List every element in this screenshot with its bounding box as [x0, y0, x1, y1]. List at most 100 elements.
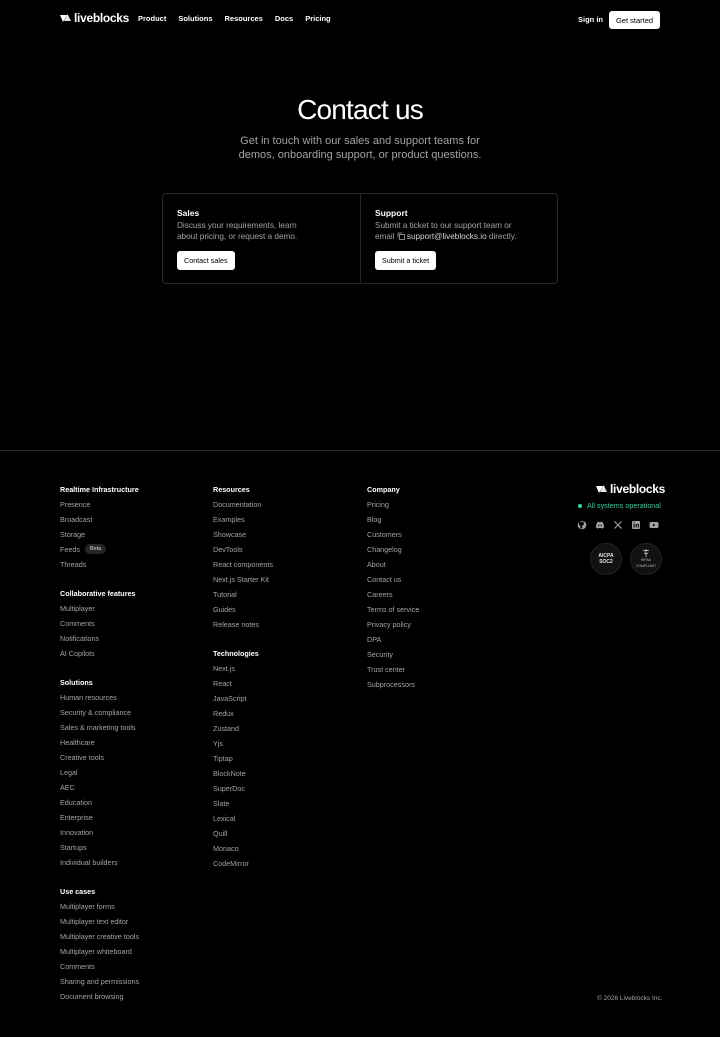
footer-link-human-resources[interactable]: Human resources	[60, 693, 139, 708]
footer-link-terms-of-service[interactable]: Terms of service	[367, 605, 419, 620]
support-card: Support Submit a ticket to our support t…	[360, 194, 557, 283]
footer-link-release-notes[interactable]: Release notes	[213, 620, 273, 635]
footer-link-multiplayer-creative-tools[interactable]: Multiplayer creative tools	[60, 932, 139, 947]
linkedin-icon[interactable]	[631, 517, 641, 529]
footer-link-customers[interactable]: Customers	[367, 530, 419, 545]
footer-link-legal[interactable]: Legal	[60, 768, 139, 783]
footer-link-devtools[interactable]: DevTools	[213, 545, 273, 560]
submit-ticket-button[interactable]: Submit a ticket	[375, 251, 437, 270]
social-links	[577, 517, 659, 530]
footer-link-aec[interactable]: AEC	[60, 783, 139, 798]
footer-link-zustand[interactable]: Zustand	[213, 724, 273, 739]
footer-link-contact-us[interactable]: Contact us	[367, 575, 419, 590]
brand-name: liveblocks	[74, 11, 130, 25]
beta-badge: Beta	[84, 544, 107, 554]
footer-link-security[interactable]: Security	[367, 650, 419, 665]
footer-link-examples[interactable]: Examples	[213, 515, 273, 530]
footer-link-javascript[interactable]: JavaScript	[213, 694, 273, 709]
get-started-button[interactable]: Get started	[609, 11, 660, 29]
github-icon[interactable]	[577, 517, 587, 530]
footer-link-react[interactable]: React	[213, 679, 273, 694]
footer-link-label: Presence	[60, 500, 91, 509]
status-dot-icon	[578, 503, 582, 508]
footer-link-multiplayer-whiteboard[interactable]: Multiplayer whiteboard	[60, 947, 139, 962]
system-status[interactable]: All systems operational	[578, 501, 661, 510]
footer-link-label: Documentation	[213, 500, 262, 509]
hipaa-badge: HIPAA COMPLIANT	[630, 543, 662, 575]
footer-link-security-and-compliance[interactable]: Security & compliance	[60, 708, 139, 723]
youtube-icon[interactable]	[649, 517, 659, 528]
footer-link-blocknote[interactable]: BlockNote	[213, 769, 273, 784]
copyright-text: © 2026 Liveblocks Inc.	[597, 995, 663, 1002]
footer-link-careers[interactable]: Careers	[367, 590, 419, 605]
copy-icon[interactable]	[397, 232, 405, 240]
footer-link-react-components[interactable]: React components	[213, 560, 273, 575]
footer-link-broadcast[interactable]: Broadcast	[60, 515, 139, 530]
footer-link-quill[interactable]: Quill	[213, 829, 273, 844]
footer-link-comments[interactable]: Comments	[60, 962, 139, 977]
sales-card-title: Sales	[177, 208, 200, 218]
nav-link-pricing[interactable]: Pricing	[305, 14, 330, 23]
sign-in-link[interactable]: Sign in	[578, 15, 603, 24]
hipaa-badge-sub: COMPLIANT	[635, 564, 657, 568]
footer-link-multiplayer-forms[interactable]: Multiplayer forms	[60, 902, 139, 917]
footer-link-redux[interactable]: Redux	[213, 709, 273, 724]
footer-link-ai-copilots[interactable]: AI Copilots	[60, 649, 139, 664]
footer-link-creative-tools[interactable]: Creative tools	[60, 753, 139, 768]
nav-link-product[interactable]: Product	[138, 14, 166, 23]
footer-link-dpa[interactable]: DPA	[367, 635, 419, 650]
x-icon[interactable]	[613, 517, 623, 529]
footer-link-superdoc[interactable]: SuperDoc	[213, 784, 273, 799]
footer-link-guides[interactable]: Guides	[213, 605, 273, 620]
footer-link-startups[interactable]: Startups	[60, 843, 139, 858]
footer-link-label: Comments	[60, 619, 95, 628]
footer-link-tutorial[interactable]: Tutorial	[213, 590, 273, 605]
subtitle-line-2: demos, onboarding support, or product qu…	[238, 149, 482, 161]
footer-brand-logo[interactable]: liveblocks	[596, 482, 665, 496]
footer-link-yjs[interactable]: Yjs	[213, 739, 273, 754]
footer-link-next-js-starter-kit[interactable]: Next.js Starter Kit	[213, 575, 273, 590]
footer-link-feeds[interactable]: Feeds Beta	[60, 544, 139, 560]
footer-link-changelog[interactable]: Changelog	[367, 545, 419, 560]
footer-link-multiplayer[interactable]: Multiplayer	[60, 604, 139, 619]
footer-link-sharing-and-permissions[interactable]: Sharing and permissions	[60, 977, 139, 992]
footer-divider	[0, 450, 720, 451]
nav-link-solutions[interactable]: Solutions	[178, 14, 212, 23]
footer-link-healthcare[interactable]: Healthcare	[60, 738, 139, 753]
footer-link-monaco[interactable]: Monaco	[213, 844, 273, 859]
footer-link-tiptap[interactable]: Tiptap	[213, 754, 273, 769]
footer-link-about[interactable]: About	[367, 560, 419, 575]
footer-link-slate[interactable]: Slate	[213, 799, 273, 814]
support-email-link[interactable]: support@liveblocks.io	[407, 232, 487, 241]
footer-link-notifications[interactable]: Notifications	[60, 634, 139, 649]
discord-icon[interactable]	[595, 517, 605, 529]
footer-link-individual-builders[interactable]: Individual builders	[60, 858, 139, 873]
footer-link-presence[interactable]: Presence	[60, 500, 139, 515]
footer-link-trust-center[interactable]: Trust center	[367, 665, 419, 680]
footer-link-storage[interactable]: Storage	[60, 530, 139, 545]
footer-link-blog[interactable]: Blog	[367, 515, 419, 530]
footer-link-label: Yjs	[213, 739, 223, 748]
footer-link-subprocessors[interactable]: Subprocessors	[367, 680, 419, 695]
footer-link-threads[interactable]: Threads	[60, 560, 139, 575]
footer-link-document-browsing[interactable]: Document browsing	[60, 992, 139, 1007]
contact-sales-button[interactable]: Contact sales	[177, 251, 235, 270]
footer-link-multiplayer-text-editor[interactable]: Multiplayer text editor	[60, 917, 139, 932]
footer-link-label: Notifications	[60, 634, 100, 643]
footer-link-pricing[interactable]: Pricing	[367, 500, 419, 515]
footer-link-comments[interactable]: Comments	[60, 619, 139, 634]
footer-link-next-js[interactable]: Next.js	[213, 664, 273, 679]
footer-link-label: Legal	[60, 768, 78, 777]
nav-link-docs[interactable]: Docs	[275, 14, 293, 23]
footer-link-education[interactable]: Education	[60, 798, 139, 813]
footer-link-showcase[interactable]: Showcase	[213, 530, 273, 545]
footer-link-codemirror[interactable]: CodeMirror	[213, 859, 273, 874]
brand-logo[interactable]: liveblocks	[60, 11, 129, 25]
footer-link-privacy-policy[interactable]: Privacy policy	[367, 620, 419, 635]
footer-link-enterprise[interactable]: Enterprise	[60, 813, 139, 828]
nav-link-resources[interactable]: Resources	[225, 14, 263, 23]
footer-link-documentation[interactable]: Documentation	[213, 500, 273, 515]
footer-link-sales-and-marketing-tools[interactable]: Sales & marketing tools	[60, 723, 139, 738]
footer-link-innovation[interactable]: Innovation	[60, 828, 139, 843]
footer-link-lexical[interactable]: Lexical	[213, 814, 273, 829]
